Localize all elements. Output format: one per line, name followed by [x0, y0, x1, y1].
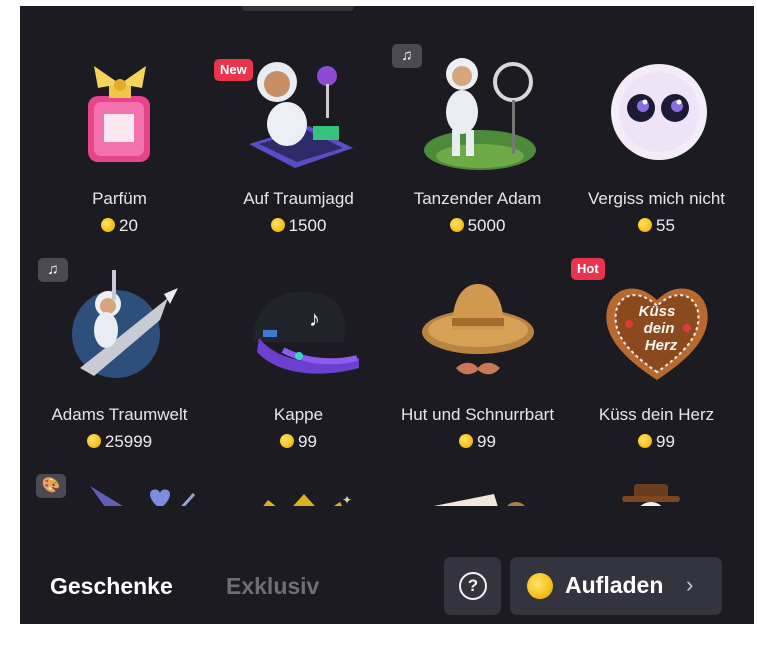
svg-text:♪: ♪	[309, 306, 320, 331]
gift-name: Vergiss mich nicht	[588, 189, 725, 208]
gift-price: 55	[565, 216, 748, 236]
coin-icon	[280, 434, 295, 448]
help-button[interactable]: ?	[444, 557, 501, 615]
gift-panel: Parfüm 20 New Auf Traumjagd 1500 ♫ Tanze…	[20, 6, 754, 624]
gift-item-parfuem[interactable]: Parfüm 20	[28, 22, 211, 235]
gift-price: 99	[386, 432, 569, 452]
tab-geschenke[interactable]: Geschenke	[50, 573, 173, 600]
perfume-bottle-icon	[60, 52, 180, 170]
gift-name: Parfüm	[92, 189, 147, 208]
gift-name: Tanzender Adam	[413, 189, 542, 208]
gift-price: 1500	[207, 216, 390, 236]
gift-name: Auf Traumjagd	[243, 189, 354, 208]
gift-item-vergiss-mich-nicht[interactable]: Vergiss mich nicht 55	[565, 22, 748, 235]
coin-icon	[638, 434, 653, 448]
coin-icon	[101, 218, 116, 232]
gift-price: 99	[207, 432, 390, 452]
gift-price: 25999	[28, 432, 211, 452]
baseball-cap-icon: ♪	[239, 268, 365, 386]
coin-icon	[449, 218, 464, 232]
gift-price: 5000	[386, 216, 569, 236]
coin-icon	[86, 434, 101, 448]
heart-text-line1: Küss	[638, 303, 675, 320]
drag-handle[interactable]	[242, 6, 354, 11]
hat-mustache-icon	[418, 268, 538, 386]
recharge-label: Aufladen	[565, 572, 664, 598]
astronaut-rocket-icon	[60, 268, 180, 386]
dancing-astronaut-icon	[418, 52, 538, 170]
gift-item-adams-traumwelt[interactable]: ♫ Adams Traumwelt 25999	[28, 238, 211, 451]
heart-text-line3: Herz	[644, 337, 677, 354]
gift-name: Küss dein Herz	[598, 405, 715, 424]
gift-name: Adams Traumwelt	[51, 405, 188, 424]
gift-item-kuess-dein-herz[interactable]: Hot Küss dein Herz Küss dein Herz 99	[565, 238, 748, 451]
coin-icon	[527, 573, 553, 599]
gift-price: 20	[28, 216, 211, 236]
gingerbread-heart-icon: Küss dein Herz	[597, 268, 717, 386]
coin-icon	[459, 434, 474, 448]
heart-text-line2: dein	[643, 320, 674, 337]
coin-icon	[270, 218, 285, 232]
chevron-right-icon: ›	[686, 572, 694, 597]
coin-icon	[638, 218, 653, 232]
gift-price: 99	[565, 432, 748, 452]
fluffy-creature-icon	[597, 52, 717, 170]
gift-item-tanzender-adam[interactable]: ♫ Tanzender Adam 5000	[386, 22, 569, 235]
tab-exklusiv[interactable]: Exklusiv	[226, 573, 319, 600]
question-mark-icon: ?	[459, 572, 487, 600]
gift-item-hut-und-schnurrbart[interactable]: Hut und Schnurrbart 99	[386, 238, 569, 451]
gift-name: Kappe	[273, 405, 324, 424]
astronaut-dj-icon	[239, 52, 359, 170]
palette-icon: 🎨	[36, 474, 66, 498]
gift-name: Hut und Schnurrbart	[400, 405, 555, 424]
gift-item-auf-traumjagd[interactable]: New Auf Traumjagd 1500	[207, 22, 390, 235]
recharge-button[interactable]: Aufladen ›	[510, 557, 722, 615]
gift-item-kappe[interactable]: ♪ Kappe 99	[207, 238, 390, 451]
